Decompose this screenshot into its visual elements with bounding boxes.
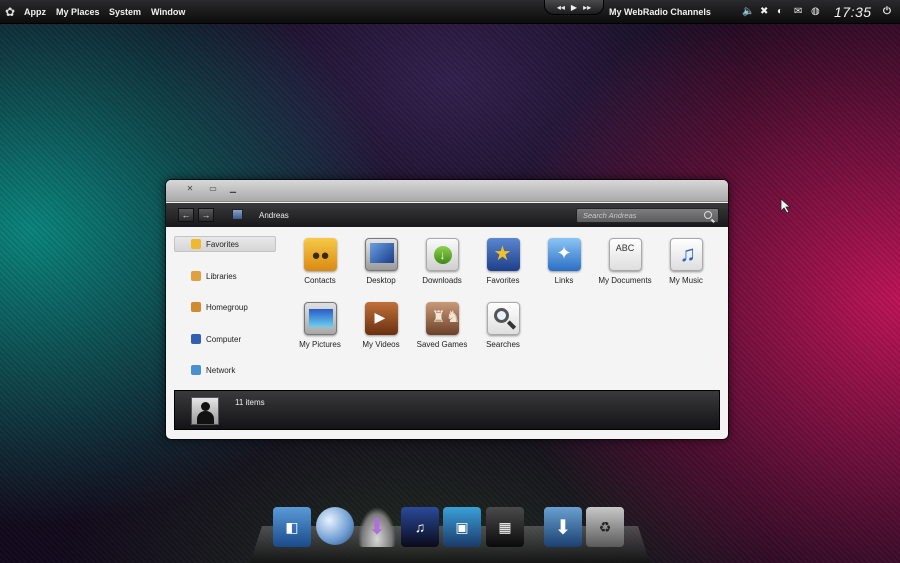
search-placeholder: Search Andreas — [583, 211, 637, 220]
download-arrow-icon[interactable]: ⬇ — [358, 507, 396, 547]
sidebar-item-homegroup[interactable]: Homegroup — [174, 299, 278, 331]
folder-my-pictures[interactable]: My Pictures — [293, 302, 347, 350]
contacts-icon: ●● — [303, 238, 337, 271]
play-icon[interactable]: ▶ — [571, 3, 577, 12]
previous-track-icon[interactable]: ◂◂ — [557, 3, 565, 12]
menu-my-places[interactable]: My Places — [56, 7, 100, 17]
folder-links[interactable]: ✦ Links — [537, 238, 591, 286]
close-x-icon[interactable]: ✖ — [760, 6, 768, 18]
sidebar-item-label: Favorites — [206, 240, 239, 249]
finder-icon[interactable]: ◧ — [273, 507, 311, 547]
sidebar-item-libraries[interactable]: Libraries — [174, 268, 278, 300]
games-icon: ♜♞ — [425, 302, 460, 335]
maximize-button[interactable]: ▭ — [206, 184, 220, 194]
item-label: My Documents — [598, 276, 652, 285]
folder-searches[interactable]: Searches — [476, 302, 530, 350]
top-panel: ✿ Appz My Places System Window ◂◂ ▶ ▸▸ M… — [0, 0, 900, 24]
folder-my-music[interactable]: ♫ My Music — [659, 238, 713, 286]
item-label: Contacts — [304, 276, 336, 285]
menu-appz[interactable]: Appz — [24, 7, 46, 17]
mail-icon[interactable]: ✉ — [794, 6, 802, 18]
sidebar-item-label: Homegroup — [206, 303, 248, 312]
photos-icon[interactable]: ▣ — [443, 507, 481, 547]
item-label: My Music — [669, 276, 703, 285]
navigation-bar: ← → Andreas Search Andreas — [166, 203, 728, 227]
menu-window[interactable]: Window — [151, 7, 185, 17]
close-button[interactable]: ✕ — [183, 184, 197, 194]
chat-icon[interactable]: ◍ — [811, 6, 820, 18]
user-avatar-icon — [191, 397, 219, 425]
breadcrumb[interactable]: Andreas — [259, 211, 289, 220]
pictures-icon — [303, 302, 337, 335]
trash-icon[interactable]: ♻ — [586, 507, 624, 547]
item-count: 11 items — [235, 398, 265, 407]
media-controls: ◂◂ ▶ ▸▸ — [544, 0, 604, 15]
download-icon[interactable]: ⬇ — [544, 507, 582, 547]
user-folder-icon — [232, 209, 243, 220]
desktop-icon — [364, 238, 398, 271]
network-icon — [191, 365, 201, 375]
back-button[interactable]: ← — [178, 208, 194, 222]
folder-downloads[interactable]: ↓ Downloads — [415, 238, 469, 286]
folder-my-videos[interactable]: ▶ My Videos — [354, 302, 408, 350]
folder-favorites[interactable]: ★ Favorites — [476, 238, 530, 286]
homegroup-icon — [191, 302, 201, 312]
details-pane: 11 items — [174, 390, 720, 430]
sidebar-item-computer[interactable]: Computer — [174, 331, 278, 363]
item-label: Desktop — [366, 276, 396, 285]
sidebar-item-network[interactable]: Network — [174, 362, 278, 394]
title-bar[interactable]: ✕ ▭ ▁ — [166, 180, 728, 202]
minimize-button[interactable]: ▁ — [226, 184, 240, 194]
folder-contacts[interactable]: ●● Contacts — [293, 238, 347, 286]
item-label: Downloads — [422, 276, 462, 285]
favorites-icon: ★ — [486, 238, 520, 271]
sidebar-item-label: Libraries — [206, 271, 237, 281]
item-label: Searches — [486, 340, 520, 349]
searches-icon — [486, 302, 520, 335]
documents-icon: ABC — [608, 238, 642, 271]
music-icon: ♫ — [669, 238, 703, 271]
sidebar-item-label: Network — [206, 366, 236, 375]
next-track-icon[interactable]: ▸▸ — [583, 3, 591, 12]
video-icon[interactable]: ▦ — [486, 507, 524, 547]
power-icon[interactable]: ⏻ — [883, 6, 891, 18]
apple-logo-icon[interactable]: ✿ — [5, 5, 17, 19]
sidebar-item-label: Computer — [206, 334, 242, 344]
explorer-window: ✕ ▭ ▁ ← → Andreas Search Andreas Favorit… — [166, 180, 728, 439]
item-label: Favorites — [486, 276, 520, 285]
music-globe-icon[interactable]: ♫ — [401, 507, 439, 547]
sidebar-item-favorites[interactable]: Favorites — [174, 236, 278, 268]
item-label: Links — [554, 276, 574, 285]
item-label: Saved Games — [416, 340, 468, 349]
mouse-cursor-icon — [780, 198, 792, 214]
webradio-menu[interactable]: My WebRadio Channels — [609, 7, 711, 17]
firefox-icon[interactable]: ◐ — [777, 6, 783, 18]
item-label: My Videos — [362, 340, 400, 349]
forward-button[interactable]: → — [198, 208, 214, 222]
folder-desktop[interactable]: Desktop — [354, 238, 408, 286]
folder-my-documents[interactable]: ABC My Documents — [598, 238, 652, 286]
search-input[interactable]: Search Andreas — [576, 208, 719, 223]
volume-icon[interactable]: 🔈 — [742, 6, 754, 18]
star-folder-icon — [191, 239, 201, 249]
folder-saved-games[interactable]: ♜♞ Saved Games — [415, 302, 469, 350]
links-icon: ✦ — [547, 238, 581, 271]
computer-icon — [191, 333, 201, 344]
downloads-icon: ↓ — [425, 238, 459, 271]
navigation-pane: Favorites Libraries Homegroup Computer N… — [174, 236, 278, 394]
clock[interactable]: 17:35 — [834, 4, 872, 20]
menu-system[interactable]: System — [109, 7, 141, 17]
videos-icon: ▶ — [364, 302, 398, 335]
item-label: My Pictures — [299, 340, 341, 349]
search-icon[interactable] — [704, 211, 712, 219]
library-icon — [191, 270, 201, 281]
globe-icon[interactable] — [316, 507, 354, 545]
